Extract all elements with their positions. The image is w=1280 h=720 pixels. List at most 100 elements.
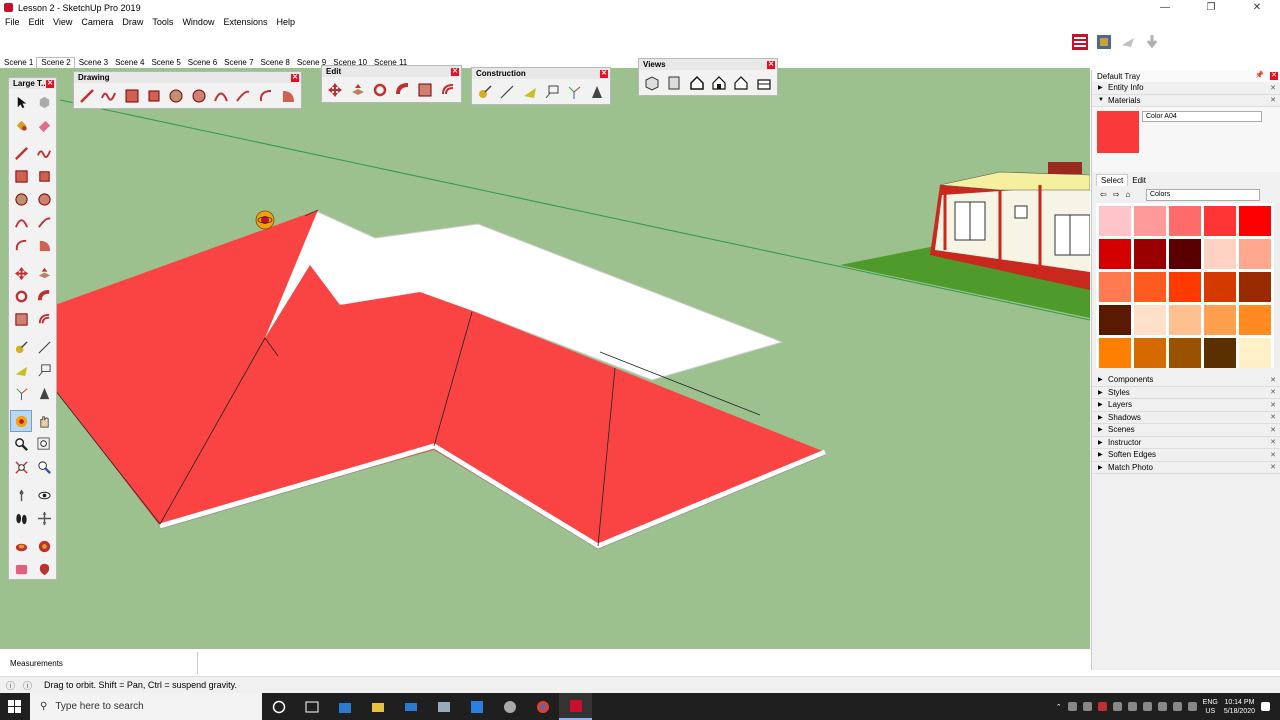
material-name-field[interactable]: Color A04: [1142, 111, 1262, 122]
menu-view[interactable]: View: [50, 17, 78, 27]
tab-scene-8[interactable]: Scene 8: [257, 58, 293, 68]
material-swatch[interactable]: [1099, 305, 1131, 335]
close-icon[interactable]: ✕: [1270, 413, 1276, 421]
close-icon[interactable]: ✕: [451, 68, 459, 76]
panel-match-photo[interactable]: ▶ Match Photo ✕: [1092, 462, 1280, 474]
zoom-tool-icon[interactable]: [10, 433, 32, 455]
material-swatch[interactable]: [1204, 206, 1236, 236]
tab-scene-6[interactable]: Scene 6: [184, 58, 220, 68]
trimble-connect-icon[interactable]: [33, 558, 55, 580]
current-material-swatch[interactable]: [1097, 111, 1139, 153]
offset-tool-icon[interactable]: [438, 79, 459, 100]
extension-warehouse-icon[interactable]: [1070, 32, 1090, 52]
axes-tool-icon[interactable]: [564, 81, 584, 102]
language-indicator[interactable]: ENG US: [1203, 698, 1218, 716]
tab-scene-1[interactable]: Scene 1: [0, 58, 36, 68]
left-view-icon[interactable]: [754, 72, 774, 93]
share-component-icon[interactable]: [10, 558, 32, 580]
close-icon[interactable]: ✕: [1270, 451, 1276, 459]
menu-draw[interactable]: Draw: [119, 17, 149, 27]
circle-tool-icon[interactable]: [166, 85, 186, 106]
three-point-arc-icon[interactable]: [10, 234, 32, 256]
help-icon[interactable]: ⓘ: [23, 679, 32, 692]
close-icon[interactable]: ✕: [1270, 376, 1276, 384]
material-swatch[interactable]: [1204, 272, 1236, 302]
panel-styles[interactable]: ▶ Styles ✕: [1092, 387, 1280, 399]
dimension-tool-icon[interactable]: [33, 336, 55, 358]
network-icon[interactable]: [1142, 702, 1152, 711]
iso-view-icon[interactable]: [642, 72, 662, 93]
look-around-icon[interactable]: [33, 484, 55, 506]
material-swatch[interactable]: [1169, 305, 1201, 335]
follow-me-icon[interactable]: [33, 285, 55, 307]
task-view-icon[interactable]: [295, 693, 328, 720]
dimension-tool-icon[interactable]: [497, 81, 517, 102]
panel-soften-edges[interactable]: ▶ Soften Edges ✕: [1092, 449, 1280, 462]
battery-icon[interactable]: [1157, 702, 1167, 711]
material-swatch[interactable]: [1204, 305, 1236, 335]
rectangle-tool-icon[interactable]: [10, 165, 32, 187]
close-icon[interactable]: ✕: [1270, 388, 1276, 396]
chrome-icon[interactable]: [526, 693, 559, 720]
volume-icon[interactable]: [1172, 702, 1182, 711]
protractor-icon[interactable]: [10, 359, 32, 381]
windows-start-icon[interactable]: [0, 693, 30, 720]
pie-tool-icon[interactable]: [278, 85, 298, 106]
material-swatch[interactable]: [1099, 272, 1131, 302]
tray-app-icon[interactable]: [1112, 702, 1122, 711]
mail-icon[interactable]: [394, 693, 427, 720]
front-view-icon[interactable]: [687, 72, 707, 93]
measurements-box[interactable]: Measurements: [0, 652, 198, 674]
circle-tool-icon[interactable]: [10, 188, 32, 210]
cortana-icon[interactable]: [262, 693, 295, 720]
notifications-icon[interactable]: [1261, 702, 1270, 711]
material-swatch[interactable]: [1099, 239, 1131, 269]
menu-camera[interactable]: Camera: [78, 17, 119, 27]
text-tool-icon[interactable]: [542, 81, 562, 102]
tape-measure-icon[interactable]: [10, 336, 32, 358]
arc-tool-icon[interactable]: [10, 211, 32, 233]
material-swatch[interactable]: [1169, 338, 1201, 368]
material-swatch[interactable]: [1169, 206, 1201, 236]
axes-tool-icon[interactable]: [10, 382, 32, 404]
panel-scenes[interactable]: ▶ Scenes ✕: [1092, 424, 1280, 437]
tab-scene-2[interactable]: Scene 2: [36, 57, 75, 68]
record-icon[interactable]: [1097, 702, 1107, 711]
sketchup-taskbar-icon-alt[interactable]: [493, 693, 526, 720]
material-swatch[interactable]: [1204, 338, 1236, 368]
3d-warehouse-icon[interactable]: [1094, 32, 1114, 52]
protractor-icon[interactable]: [520, 81, 540, 102]
close-icon[interactable]: ✕: [46, 80, 54, 88]
close-icon[interactable]: ✕: [1270, 401, 1276, 409]
material-swatch[interactable]: [1134, 206, 1166, 236]
swatch-scrollbar[interactable]: [1274, 203, 1280, 368]
rotate-tool-icon[interactable]: [370, 79, 391, 100]
material-swatch[interactable]: [1169, 239, 1201, 269]
freehand-tool-icon[interactable]: [33, 142, 55, 164]
panel-materials[interactable]: ▼ Materials ✕: [1092, 95, 1280, 107]
file-explorer-icon[interactable]: [361, 693, 394, 720]
forward-arrow-icon[interactable]: ⇨: [1113, 190, 1120, 199]
tab-scene-4[interactable]: Scene 4: [111, 58, 147, 68]
close-icon[interactable]: ✕: [1270, 426, 1276, 434]
panel-shadows[interactable]: ▶ Shadows ✕: [1092, 412, 1280, 424]
restore-icon[interactable]: ❐: [1188, 0, 1234, 15]
menu-file[interactable]: File: [2, 17, 26, 27]
tab-scene-5[interactable]: Scene 5: [147, 58, 183, 68]
text-tool-icon[interactable]: [33, 359, 55, 381]
top-view-icon[interactable]: [664, 72, 684, 93]
move-tool-icon[interactable]: [10, 262, 32, 284]
back-view-icon[interactable]: [731, 72, 751, 93]
app-icon-generic[interactable]: [427, 693, 460, 720]
tape-measure-icon[interactable]: [475, 81, 495, 102]
move-tool-icon[interactable]: [325, 79, 346, 100]
offset-tool-icon[interactable]: [33, 308, 55, 330]
tab-scene-3[interactable]: Scene 3: [75, 58, 111, 68]
material-swatch[interactable]: [1239, 239, 1271, 269]
modeling-viewport[interactable]: [0, 68, 1090, 649]
close-icon[interactable]: ✕: [1270, 72, 1278, 80]
right-view-icon[interactable]: [709, 72, 729, 93]
share-model-icon[interactable]: [1118, 32, 1138, 52]
tab-select[interactable]: Select: [1096, 174, 1129, 186]
scale-tool-icon[interactable]: [10, 308, 32, 330]
